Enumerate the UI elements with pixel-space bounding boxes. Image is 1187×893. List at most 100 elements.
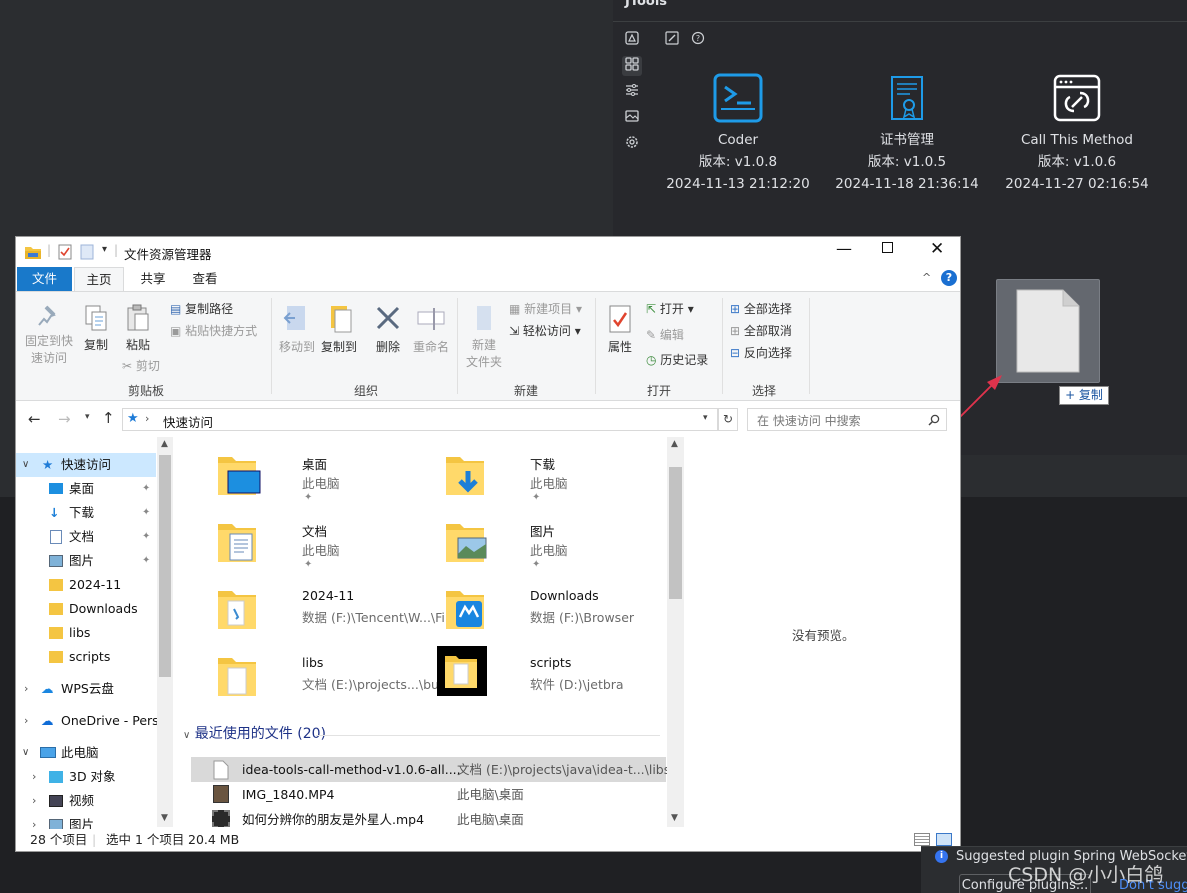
back-button[interactable]: ← [28, 410, 41, 428]
large-icons-view-icon[interactable] [936, 833, 952, 846]
forward-button[interactable]: → [58, 410, 71, 428]
nav-wps-cloud[interactable]: › ☁ WPS云盘 [16, 677, 158, 701]
tab-view[interactable]: 查看 [180, 267, 230, 291]
video-icon [49, 795, 63, 807]
easy-access-button[interactable]: ⇲ 轻松访问 ▾ [509, 323, 581, 340]
folder-tile-libs[interactable]: libs 文档 (E:)\projects...\build [214, 646, 454, 710]
new-item-button[interactable]: ▦ 新建项目 ▾ [509, 301, 582, 318]
copy-to-icon [331, 306, 352, 333]
minimize-button[interactable]: — [836, 239, 852, 258]
paste-shortcut-button[interactable]: ▣ 粘贴快捷方式 [170, 323, 257, 340]
recent-files-header[interactable]: ∨ 最近使用的文件 (20) [183, 723, 326, 743]
folder-icon [445, 656, 477, 688]
onedrive-icon: ☁ [41, 713, 54, 728]
copy-to-button[interactable]: 复制到 [318, 304, 360, 356]
folder-tile-documents[interactable]: 文档 此电脑 ✦ [214, 512, 434, 576]
move-icon [283, 306, 305, 330]
nav-folder-libs[interactable]: libs [16, 621, 158, 645]
search-placeholder: 在 快速访问 中搜索 [757, 414, 861, 428]
tab-home[interactable]: 主页 [74, 267, 124, 292]
copy-path-button[interactable]: ▤ 复制路径 [170, 301, 233, 318]
divider [595, 298, 596, 394]
tab-file[interactable]: 文件 [17, 267, 72, 291]
open-button[interactable]: ⇱ 打开 ▾ [646, 301, 694, 318]
folder-tile-scripts[interactable]: scripts 软件 (D:)\jetbra [437, 646, 662, 710]
pin-icon: ✦ [532, 559, 541, 570]
pin-quick-access-button[interactable]: 固定到快 速访问 [20, 304, 78, 367]
recent-file-row[interactable]: 如何分辨你的朋友是外星人.mp4 此电脑\桌面 [191, 807, 666, 827]
nav-videos[interactable]: › 视频 [16, 789, 158, 813]
pictures-folder-icon [446, 524, 487, 562]
search-icon [928, 414, 940, 426]
pin-icon: ✦ [532, 492, 541, 503]
folder-tile-pictures[interactable]: 图片 此电脑 ✦ [442, 512, 662, 576]
up-button[interactable]: ↑ [102, 409, 115, 427]
desktop-folder-icon [218, 457, 261, 495]
group-label-clipboard: 剪贴板 [127, 384, 164, 398]
nav-onedrive[interactable]: › ☁ OneDrive - Perso [16, 709, 158, 733]
folder-icon [218, 591, 256, 629]
nav-desktop[interactable]: 桌面 ✦ [16, 477, 158, 501]
folder-tile-desktop[interactable]: 桌面 此电脑 ✦ [214, 445, 434, 509]
folder-tile-downloads[interactable]: 下载 此电脑 ✦ [442, 445, 662, 509]
properties-icon[interactable] [58, 244, 72, 260]
invert-selection-button[interactable]: ⊟ 反向选择 [730, 345, 792, 362]
customize-toolbar-icon[interactable]: ▾ [102, 244, 107, 255]
edit-button[interactable]: ✎ 编辑 [646, 327, 684, 344]
tab-share[interactable]: 共享 [128, 267, 178, 291]
paste-icon [127, 304, 149, 331]
star-icon: ★ [42, 457, 54, 472]
select-none-button[interactable]: ⊞ 全部取消 [730, 323, 792, 340]
details-view-icon[interactable] [914, 833, 930, 846]
chevron-down-icon[interactable]: ▾ [703, 413, 708, 423]
maximize-button[interactable] [882, 242, 893, 253]
content-pane: 桌面 此电脑 ✦ 下载 此电脑 ✦ 文档 此电脑 ✦ 图片 此电脑 ✦ 2024… [174, 437, 684, 827]
refresh-button[interactable]: ↻ [718, 408, 738, 431]
folder-tile-2024-11[interactable]: 2024-11 数据 (F:)\Tencent\W...\File [214, 579, 456, 643]
picture-icon [49, 555, 63, 567]
star-icon: ★ [127, 411, 139, 426]
search-box[interactable]: 在 快速访问 中搜索 [747, 408, 947, 431]
folder-tile-browser-downloads[interactable]: Downloads 数据 (F:)\Browser [442, 579, 662, 643]
nav-this-pc[interactable]: ∨ 此电脑 [16, 741, 158, 765]
nav-scrollbar[interactable]: ▲ ▼ [157, 437, 173, 827]
recent-locations-button[interactable]: ▾ [85, 412, 90, 422]
history-button[interactable]: ◷ 历史记录 [646, 352, 708, 369]
collapse-ribbon-icon[interactable]: ^ [922, 271, 931, 284]
nav-pictures[interactable]: 图片 ✦ [16, 549, 158, 573]
new-folder-quick-icon[interactable] [80, 244, 94, 260]
chevron-right-icon: › [24, 682, 29, 695]
copy-button[interactable]: 复制 [78, 304, 114, 354]
group-label-new: 新建 [513, 384, 538, 398]
scripts-thumbnail [437, 646, 487, 696]
folder-icon [49, 627, 63, 639]
recent-file-row[interactable]: idea-tools-call-method-v1.0.6-all.... 文档… [191, 757, 670, 782]
properties-button[interactable]: 属性 [600, 304, 640, 356]
rename-button[interactable]: 重命名 [410, 304, 452, 356]
divider [271, 298, 272, 394]
delete-button[interactable]: 删除 [368, 304, 408, 356]
move-to-button[interactable]: 移动到 [276, 304, 318, 356]
help-icon[interactable]: ? [941, 270, 957, 286]
cut-button[interactable]: ✂ 剪切 [122, 358, 160, 375]
select-all-button[interactable]: ⊞ 全部选择 [730, 301, 792, 318]
selected-size: 20.4 MB [188, 832, 240, 847]
pin-icon [38, 305, 56, 326]
nav-documents[interactable]: 文档 ✦ [16, 525, 158, 549]
nav-folder-downloads[interactable]: Downloads [16, 597, 158, 621]
nav-folder-2024-11[interactable]: 2024-11 [16, 573, 158, 597]
ribbon-tabs: 文件 主页 共享 查看 ^ ? [16, 267, 960, 292]
documents-folder-icon [218, 524, 256, 562]
nav-downloads[interactable]: ↓ 下载 ✦ [16, 501, 158, 525]
close-button[interactable]: ✕ [930, 239, 944, 259]
new-folder-button[interactable]: 新建 文件夹 [462, 304, 506, 371]
nav-folder-scripts[interactable]: scripts [16, 645, 158, 669]
rename-icon [417, 308, 445, 330]
properties-check-icon [609, 305, 631, 333]
recent-file-row[interactable]: IMG_1840.MP4 此电脑\桌面 [191, 782, 666, 807]
nav-quick-access[interactable]: ∨ ★ 快速访问 [16, 453, 156, 477]
nav-3d-objects[interactable]: › 3D 对象 [16, 765, 158, 789]
content-scrollbar[interactable]: ▲ ▼ [667, 437, 684, 827]
paste-button[interactable]: 粘贴 [119, 304, 157, 354]
address-bar[interactable]: ★ › 快速访问 ▾ [122, 408, 718, 431]
